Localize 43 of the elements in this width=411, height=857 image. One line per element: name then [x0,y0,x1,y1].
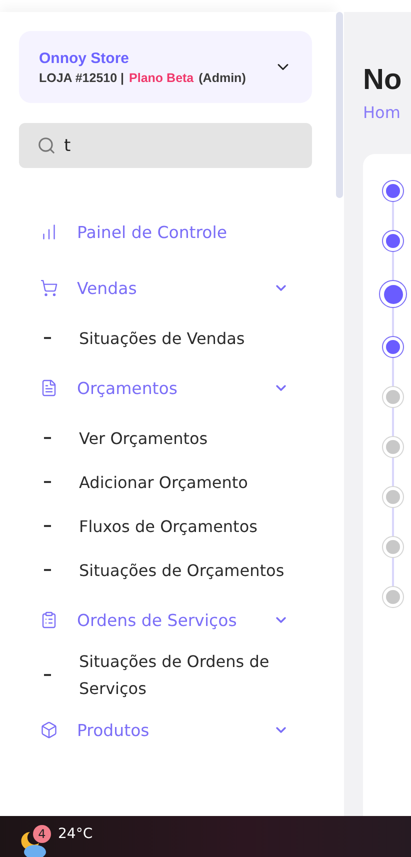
dash-icon [44,674,51,676]
dash-icon [44,337,51,339]
box-icon [40,721,58,739]
weather-icon [20,830,48,857]
menu-item[interactable]: Ordens de Serviços [19,592,289,648]
submenu-item[interactable]: Situações de Vendas [19,316,309,360]
clipboard-icon [40,611,58,629]
dash-icon [44,437,51,439]
store-name: Onnoy Store [39,50,130,66]
page-title: No [363,64,403,97]
cart-icon [40,279,58,297]
store-selector[interactable]: Onnoy Store LOJA #12510 | Plano Beta (Admin) [19,31,312,103]
submenu-item[interactable]: Situações de Ordens de Serviços [19,648,309,702]
step-dot [382,536,404,558]
role-label: (Admin) [198,70,246,84]
menu-item[interactable]: Vendas [19,260,289,316]
document-icon [40,379,58,397]
submenu-item[interactable]: Situações de Orçamentos [19,548,309,592]
step-dot [382,586,404,608]
submenu-item[interactable]: Fluxos de Orçamentos [19,504,309,548]
chart-icon [40,223,58,241]
step-dot [382,436,404,458]
step-dot [382,336,404,358]
menu-item[interactable]: Orçamentos [19,360,289,416]
temperature: 24°C [58,826,93,842]
plan-label: Plano Beta [129,70,194,84]
menu-item[interactable]: Painel de Controle [19,204,289,260]
submenu-item[interactable]: Ver Orçamentos [19,416,309,460]
search-field[interactable]: t [19,123,312,168]
step-dot [382,180,404,202]
dash-icon [44,569,51,571]
dash-icon [44,481,51,483]
step-dot [382,486,404,508]
dash-icon [44,525,51,527]
scrollbar-thumb[interactable] [336,12,343,198]
submenu-item[interactable]: Adicionar Orçamento [19,460,309,504]
step-dot [379,280,407,308]
step-dot [382,386,404,408]
menu-item[interactable]: Produtos [19,702,289,758]
step-dot [382,230,404,252]
notification-badge: 4 [33,825,51,843]
store-code: LOJA #12510 | [39,70,124,84]
search-icon [37,136,56,155]
